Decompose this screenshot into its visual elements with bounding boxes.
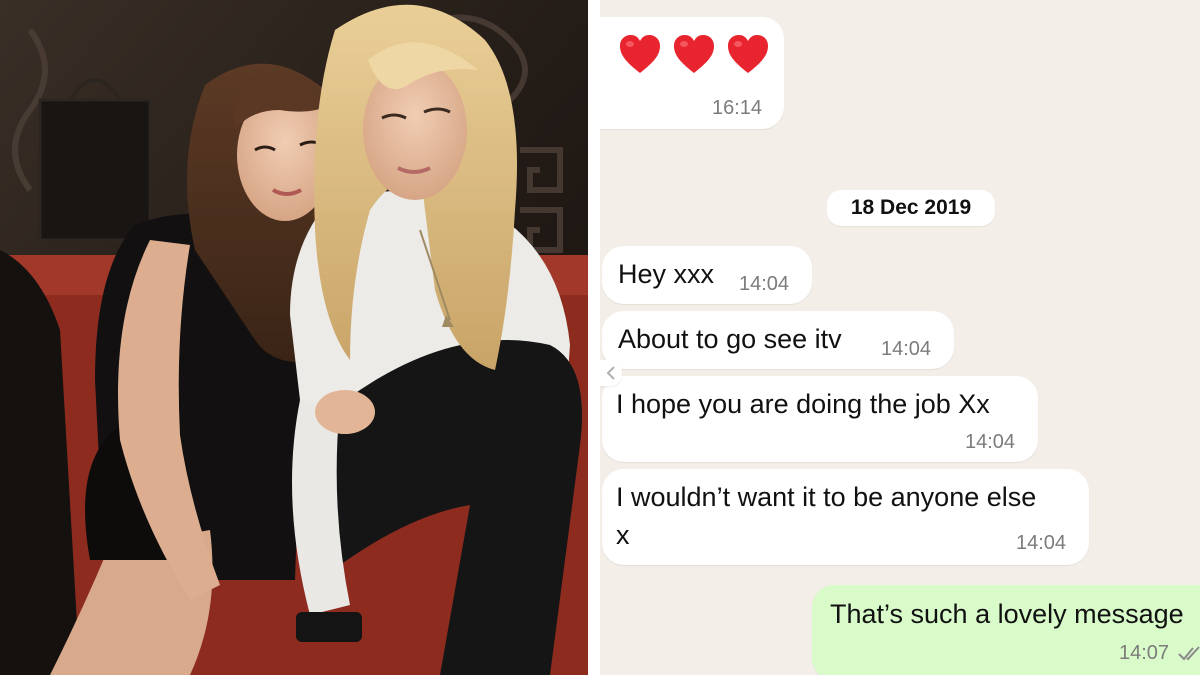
message-text: I hope you are doing the job Xx [616, 389, 990, 419]
hearts-emoji [618, 33, 770, 77]
sent-message-bubble[interactable]: That’s such a lovely message 14:07 [812, 585, 1200, 675]
heart-icon [728, 35, 768, 73]
heart-icon [674, 35, 714, 73]
message-bubble[interactable]: Hey xxx 14:04 [602, 246, 812, 304]
heart-icon [620, 35, 660, 73]
double-check-icon [1178, 646, 1200, 661]
message-text: That’s such a lovely message [830, 599, 1184, 629]
date-separator: 18 Dec 2019 [827, 190, 995, 226]
photo-two-women [0, 0, 588, 675]
photo-panel [0, 0, 588, 675]
message-time: 14:07 [1119, 642, 1170, 664]
message-time: 14:04 [739, 273, 790, 295]
chat-panel[interactable]: 16:14 18 Dec 2019 Hey xxx 14:04 About to… [600, 0, 1200, 675]
message-text-line: x [616, 520, 630, 550]
message-time: 14:04 [881, 338, 932, 360]
message-text: About to go see itv [618, 324, 842, 354]
message-bubble[interactable]: About to go see itv 14:04 [602, 311, 954, 369]
message-bubble[interactable]: I wouldn’t want it to be anyone else x 1… [602, 469, 1089, 565]
message-text: Hey xxx [618, 259, 715, 289]
message-time: 14:04 [1016, 532, 1067, 554]
message-bubble[interactable]: I hope you are doing the job Xx 14:04 [602, 376, 1038, 462]
message-time: 14:04 [965, 431, 1016, 453]
message-time: 16:14 [712, 97, 763, 119]
message-text-line: I wouldn’t want it to be anyone else [616, 482, 1037, 512]
message-bubble-hearts[interactable]: 16:14 [600, 17, 784, 129]
back-chevron-button[interactable] [600, 360, 622, 386]
chevron-left-icon [606, 366, 615, 380]
panel-divider [588, 0, 600, 675]
